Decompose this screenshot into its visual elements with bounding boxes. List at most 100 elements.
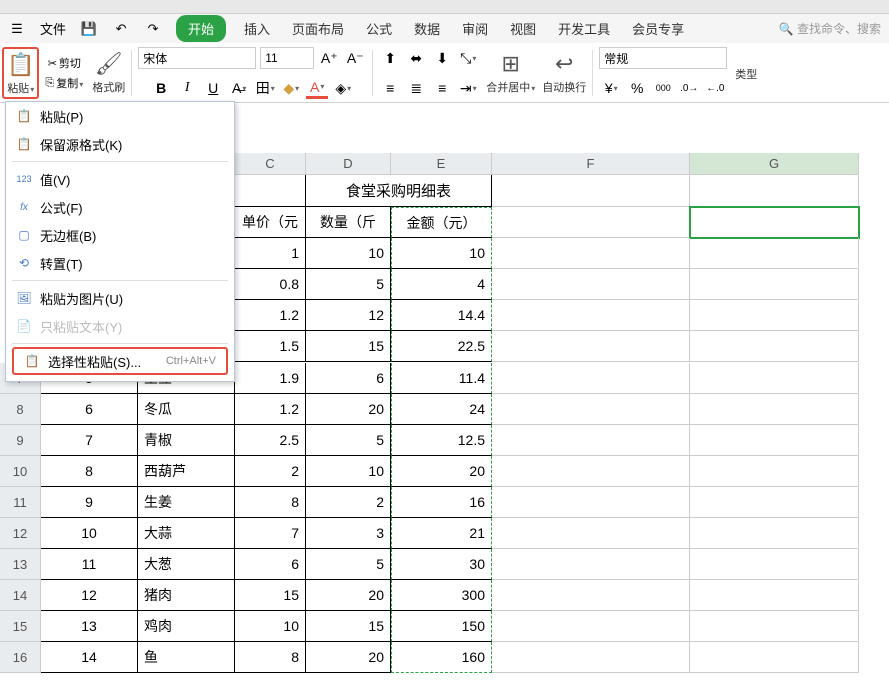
cell[interactable]: 2 (306, 487, 391, 518)
cell[interactable] (690, 394, 859, 425)
cell[interactable] (690, 611, 859, 642)
align-middle-icon[interactable]: ⬌ (405, 47, 427, 69)
cell[interactable] (492, 580, 690, 611)
cell[interactable] (492, 549, 690, 580)
cell[interactable]: 0.8 (235, 269, 306, 300)
cell[interactable] (690, 456, 859, 487)
cell[interactable] (690, 331, 859, 362)
cell[interactable]: 1.2 (235, 300, 306, 331)
cell[interactable]: 3 (306, 518, 391, 549)
paste-menu-keep-format[interactable]: 📋保留源格式(K) (6, 130, 234, 158)
cell[interactable] (690, 238, 859, 269)
tab-review[interactable]: 审阅 (458, 15, 492, 42)
cell[interactable]: 15 (306, 611, 391, 642)
cell[interactable]: 6 (235, 549, 306, 580)
cell[interactable] (690, 487, 859, 518)
cell[interactable] (492, 425, 690, 456)
cell[interactable] (492, 238, 690, 269)
align-bottom-icon[interactable]: ⬇ (431, 47, 453, 69)
header-price[interactable]: 单价（元 (235, 207, 306, 238)
cell[interactable]: 6 (41, 394, 138, 425)
col-header-d[interactable]: D (306, 153, 391, 175)
cell[interactable]: 300 (391, 580, 492, 611)
cell[interactable]: 西葫芦 (138, 456, 235, 487)
menu-icon[interactable]: ☰ (8, 20, 26, 38)
tab-dev[interactable]: 开发工具 (554, 15, 614, 42)
cell[interactable] (690, 300, 859, 331)
cell[interactable] (492, 363, 690, 394)
cell[interactable]: 12.5 (391, 425, 492, 456)
cell[interactable]: 150 (391, 611, 492, 642)
cell[interactable]: 160 (391, 642, 492, 673)
tab-start[interactable]: 开始 (176, 15, 226, 42)
effects-button[interactable]: ◈ (332, 77, 354, 99)
header-amount[interactable]: 金额（元） (391, 207, 492, 238)
cell[interactable]: 鱼 (138, 642, 235, 673)
copy-button[interactable]: ⎘复制 (43, 73, 85, 93)
cell[interactable]: 12 (306, 300, 391, 331)
cell[interactable]: 11.4 (391, 363, 492, 394)
italic-button[interactable]: I (176, 77, 198, 99)
col-header-g[interactable]: G (690, 153, 859, 175)
cell[interactable] (235, 175, 306, 207)
cell[interactable]: 10 (391, 238, 492, 269)
cell[interactable]: 5 (306, 549, 391, 580)
col-header-c[interactable]: C (235, 153, 306, 175)
file-menu[interactable]: 文件 (40, 19, 66, 38)
cell[interactable] (492, 487, 690, 518)
paste-menu-noborder[interactable]: ▢无边框(B) (6, 221, 234, 249)
cell[interactable] (492, 611, 690, 642)
fill-color-button[interactable]: ◆ (280, 77, 302, 99)
cell[interactable]: 4 (391, 269, 492, 300)
cell[interactable]: 20 (391, 456, 492, 487)
cell[interactable]: 5 (306, 425, 391, 456)
tab-member[interactable]: 会员专享 (628, 15, 688, 42)
dec-decimal-icon[interactable]: ←.0 (704, 77, 726, 99)
cell[interactable]: 14 (41, 642, 138, 673)
cell[interactable] (690, 518, 859, 549)
cell[interactable]: 青椒 (138, 425, 235, 456)
align-right-icon[interactable]: ≡ (431, 77, 453, 99)
cell[interactable] (492, 269, 690, 300)
cell[interactable]: 生姜 (138, 487, 235, 518)
cell[interactable] (690, 269, 859, 300)
cell[interactable]: 10 (235, 611, 306, 642)
tab-insert[interactable]: 插入 (240, 15, 274, 42)
cell[interactable] (690, 425, 859, 456)
cell[interactable]: 10 (306, 238, 391, 269)
tab-layout[interactable]: 页面布局 (288, 15, 348, 42)
cell[interactable]: 大蒜 (138, 518, 235, 549)
cell[interactable]: 2 (235, 456, 306, 487)
inc-decimal-icon[interactable]: .0→ (678, 77, 700, 99)
redo-icon[interactable]: ↷ (144, 20, 162, 38)
comma-icon[interactable]: 000 (652, 77, 674, 99)
borders-button[interactable]: 田 (254, 77, 276, 99)
cell[interactable]: 鸡肉 (138, 611, 235, 642)
cell[interactable]: 6 (306, 363, 391, 394)
cell[interactable] (492, 518, 690, 549)
cell[interactable] (690, 549, 859, 580)
cell[interactable]: 10 (41, 518, 138, 549)
merge-button[interactable]: ⊞ 合并居中 (483, 47, 538, 99)
cell[interactable] (492, 456, 690, 487)
col-header-e[interactable]: E (391, 153, 492, 175)
cell[interactable]: 8 (235, 642, 306, 673)
increase-font-icon[interactable]: A⁺ (318, 47, 340, 69)
cell[interactable] (492, 300, 690, 331)
row-header[interactable]: 16 (0, 642, 41, 673)
font-size-select[interactable] (260, 47, 314, 69)
align-top-icon[interactable]: ⬆ (379, 47, 401, 69)
orientation-icon[interactable]: ⤡ (457, 47, 479, 69)
paste-menu-value[interactable]: 123值(V) (6, 165, 234, 193)
paste-menu-special[interactable]: 📋选择性粘贴(S)...Ctrl+Alt+V (12, 347, 228, 375)
cell[interactable]: 15 (235, 580, 306, 611)
row-header[interactable]: 15 (0, 611, 41, 642)
tab-data[interactable]: 数据 (410, 15, 444, 42)
paste-menu-textonly[interactable]: 📄只粘贴文本(Y) (6, 312, 234, 340)
row-header[interactable]: 10 (0, 456, 41, 487)
cell[interactable] (690, 363, 859, 394)
cell[interactable] (690, 580, 859, 611)
cell[interactable] (690, 175, 859, 207)
cell[interactable]: 7 (235, 518, 306, 549)
active-cell-g3[interactable] (690, 207, 859, 238)
